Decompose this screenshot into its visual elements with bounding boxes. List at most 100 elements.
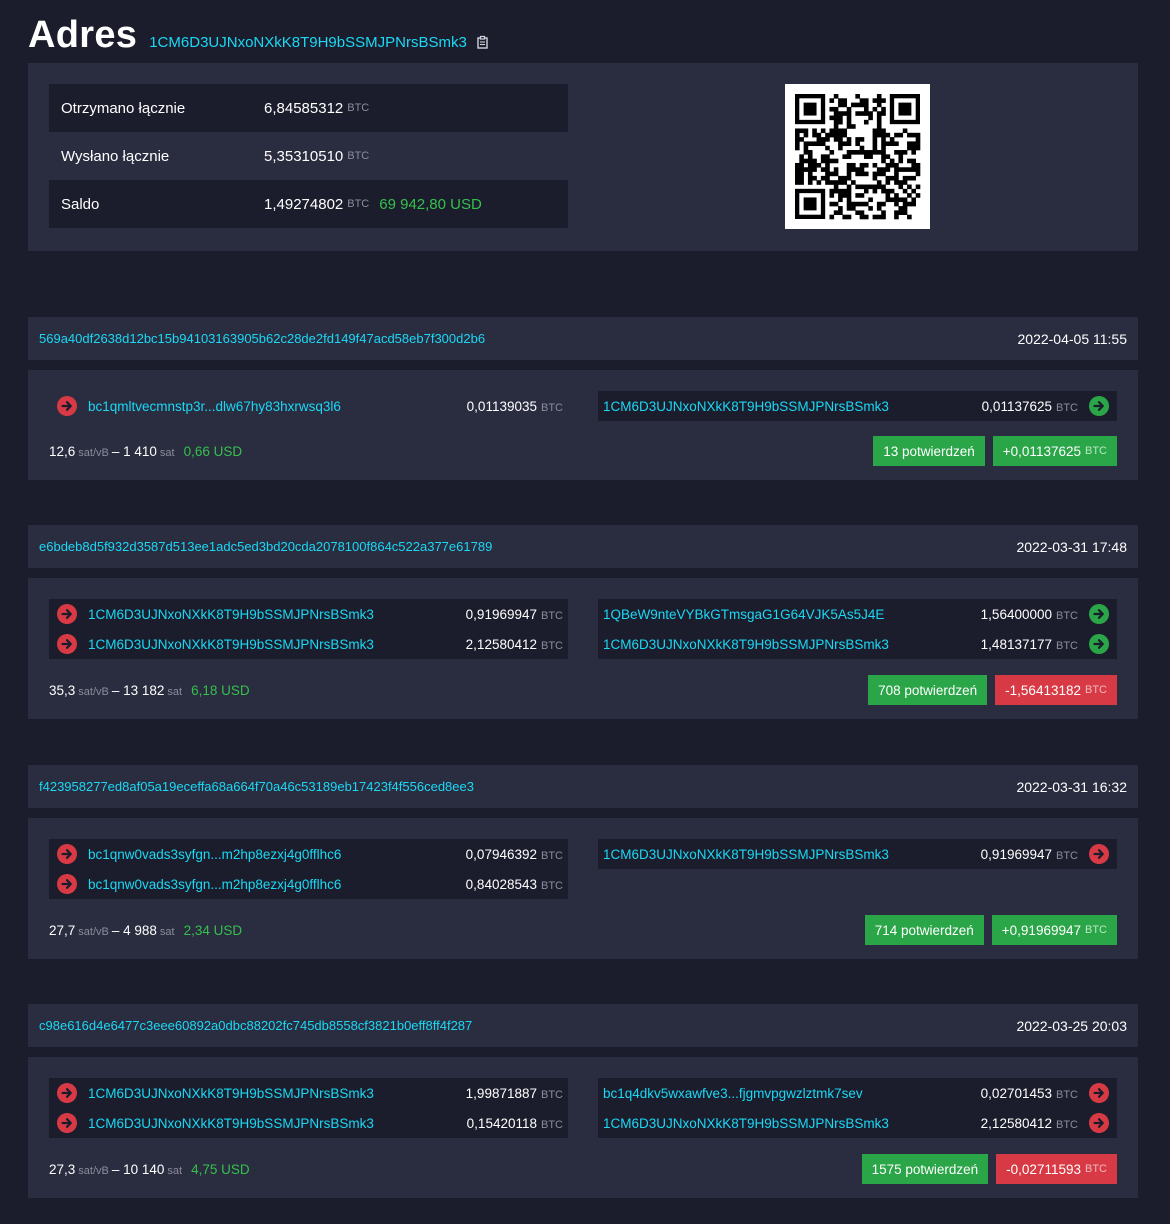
fee-usd: 6,18 USD [191,683,250,698]
input-amount: 0,84028543 BTC [465,876,563,892]
summary-label: Otrzymano łącznie [61,99,186,117]
summary-value: 5,35310510 [264,147,344,165]
fee-sat: 1 410 [123,444,157,459]
fee-info: 27,3 sat/vB – 10 140 sat 4,75 USD [49,1162,250,1177]
output-amount: 1,48137177 BTC [980,636,1078,652]
input-address-link[interactable]: bc1qmltvecmnstp3r...dlw67hy83hxrwsq3l6 [88,399,341,414]
fee-rate-unit: sat/vB [78,447,109,459]
transaction-date: 2022-03-31 17:48 [1016,538,1127,555]
transaction-body: 1CM6D3UJNxoNXkK8T9H9bSSMJPNrsBSmk3 1,9987… [28,1057,1138,1198]
fee-info: 35,3 sat/vB – 13 182 sat 6,18 USD [49,683,250,698]
fee-rate: 12,6 [49,444,76,459]
transaction-body: bc1qnw0vads3syfgn...m2hp8ezxj4g0fflhc6 0,… [28,818,1138,959]
arrow-right-icon [1089,1113,1109,1133]
input-address-link[interactable]: 1CM6D3UJNxoNXkK8T9H9bSSMJPNrsBSmk3 [88,1116,374,1131]
summary-unit: BTC [347,150,370,162]
txid-link[interactable]: 569a40df2638d12bc15b94103163905b62c28de2… [39,331,485,346]
output-row: 1QBeW9nteVYBkGTmsgaG1G64VJK5As5J4E 1,5640… [598,599,1117,629]
arrow-right-icon [57,396,77,416]
arrow-right-icon [57,1113,77,1133]
summary-label: Saldo [61,195,100,213]
amount-delta-badge: +0,91969947 BTC [991,915,1117,945]
delta-unit: BTC [1085,924,1107,936]
confirmations-badge: 708 potwierdzeń [868,675,988,705]
output-row: bc1q4dkv5wxawfve3...fjgmvpgwzlztmk7sev 0,… [598,1078,1117,1108]
input-address-link[interactable]: 1CM6D3UJNxoNXkK8T9H9bSSMJPNrsBSmk3 [88,607,374,622]
input-address-link[interactable]: bc1qnw0vads3syfgn...m2hp8ezxj4g0fflhc6 [88,877,341,892]
output-amount: 0,01137625 BTC [981,398,1078,414]
fee-sat-unit: sat [159,447,175,459]
output-row: 1CM6D3UJNxoNXkK8T9H9bSSMJPNrsBSmk3 2,1258… [598,1108,1117,1138]
transaction-date: 2022-03-31 16:32 [1016,778,1127,795]
delta-unit: BTC [1085,445,1107,457]
delta-unit: BTC [1085,1163,1107,1175]
delta-value: +0,01137625 [1002,443,1081,459]
confirmations-badge: 714 potwierdzeń [864,915,984,945]
amount-delta-badge: -0,02711593 BTC [996,1154,1117,1184]
fee-sat: 10 140 [123,1162,165,1177]
fee-rate-unit: sat/vB [78,686,109,698]
output-address-link[interactable]: 1CM6D3UJNxoNXkK8T9H9bSSMJPNrsBSmk3 [603,637,889,652]
transaction-date: 2022-03-25 20:03 [1016,1017,1127,1034]
input-amount: 2,12580412 BTC [465,636,563,652]
input-address-link[interactable]: bc1qnw0vads3syfgn...m2hp8ezxj4g0fflhc6 [88,847,341,862]
summary-value: 1,49274802 [264,195,344,213]
outputs-list: 1CM6D3UJNxoNXkK8T9H9bSSMJPNrsBSmk3 0,0113… [598,391,1117,421]
fee-usd: 0,66 USD [183,444,243,459]
outputs-list: bc1q4dkv5wxawfve3...fjgmvpgwzlztmk7sev 0,… [598,1078,1117,1138]
delta-value: -0,02711593 [1006,1161,1081,1177]
output-row: 1CM6D3UJNxoNXkK8T9H9bSSMJPNrsBSmk3 1,4813… [598,629,1117,659]
input-amount: 0,07946392 BTC [465,846,563,862]
fee-sat: 13 182 [123,683,165,698]
arrow-right-icon [57,634,77,654]
page-address-link[interactable]: 1CM6D3UJNxoNXkK8T9H9bSSMJPNrsBSmk3 [149,34,467,51]
transaction-badges: 13 potwierdzeń +0,01137625 BTC [873,436,1117,466]
output-address-link[interactable]: bc1q4dkv5wxawfve3...fjgmvpgwzlztmk7sev [603,1086,863,1101]
arrow-right-icon [57,1083,77,1103]
amount-delta-badge: -1,56413182 BTC [995,675,1117,705]
arrow-right-icon [57,874,77,894]
copy-icon[interactable] [476,35,490,49]
delta-value: +0,91969947 [1001,922,1081,938]
summary-label: Wysłano łącznie [61,147,170,165]
delta-unit: BTC [1085,684,1107,696]
arrow-right-icon [1089,634,1109,654]
input-row: 1CM6D3UJNxoNXkK8T9H9bSSMJPNrsBSmk3 0,1542… [49,1108,568,1138]
output-address-link[interactable]: 1QBeW9nteVYBkGTmsgaG1G64VJK5As5J4E [603,607,884,622]
arrow-right-icon [1089,844,1109,864]
transaction: f423958277ed8af05a19eceffa68a664f70a46c5… [28,765,1138,959]
output-amount: 2,12580412 BTC [980,1115,1078,1131]
transaction: c98e616d4e6477c3eee60892a0dbc88202fc745d… [28,1004,1138,1198]
input-amount: 0,01139035 BTC [466,398,563,414]
fee-rate: 35,3 [49,683,76,698]
output-amount: 0,91969947 BTC [980,846,1078,862]
output-address-link[interactable]: 1CM6D3UJNxoNXkK8T9H9bSSMJPNrsBSmk3 [603,1116,889,1131]
fee-usd: 4,75 USD [191,1162,250,1177]
output-address-link[interactable]: 1CM6D3UJNxoNXkK8T9H9bSSMJPNrsBSmk3 [603,399,889,414]
delta-value: -1,56413182 [1005,682,1081,698]
input-address-link[interactable]: 1CM6D3UJNxoNXkK8T9H9bSSMJPNrsBSmk3 [88,1086,374,1101]
fee-sat: 4 988 [123,923,157,938]
txid-link[interactable]: c98e616d4e6477c3eee60892a0dbc88202fc745d… [39,1018,472,1033]
output-address-link[interactable]: 1CM6D3UJNxoNXkK8T9H9bSSMJPNrsBSmk3 [603,847,889,862]
arrow-right-icon [57,844,77,864]
fee-sat-unit: sat [167,1165,183,1177]
transaction-badges: 714 potwierdzeń +0,91969947 BTC [864,915,1117,945]
input-address-link[interactable]: 1CM6D3UJNxoNXkK8T9H9bSSMJPNrsBSmk3 [88,637,374,652]
transaction-date: 2022-04-05 11:55 [1017,330,1128,347]
inputs-list: bc1qmltvecmnstp3r...dlw67hy83hxrwsq3l6 0,… [49,391,568,421]
inputs-list: 1CM6D3UJNxoNXkK8T9H9bSSMJPNrsBSmk3 1,9987… [49,1078,568,1138]
transaction-badges: 708 potwierdzeń -1,56413182 BTC [868,675,1117,705]
inputs-list: bc1qnw0vads3syfgn...m2hp8ezxj4g0fflhc6 0,… [49,839,568,899]
fee-rate-unit: sat/vB [78,1165,109,1177]
transaction: e6bdeb8d5f932d3587d513ee1adc5ed3bd20cda2… [28,525,1138,719]
fee-rate: 27,7 [49,923,76,938]
input-amount: 1,99871887 BTC [465,1085,563,1101]
input-row: bc1qnw0vads3syfgn...m2hp8ezxj4g0fflhc6 0,… [49,839,568,869]
fee-sat-unit: sat [167,686,183,698]
input-amount: 0,15420118 BTC [466,1115,563,1131]
amount-unit: BTC [541,401,563,414]
txid-link[interactable]: f423958277ed8af05a19eceffa68a664f70a46c5… [39,779,474,794]
transaction: 569a40df2638d12bc15b94103163905b62c28de2… [28,317,1138,480]
txid-link[interactable]: e6bdeb8d5f932d3587d513ee1adc5ed3bd20cda2… [39,539,492,554]
